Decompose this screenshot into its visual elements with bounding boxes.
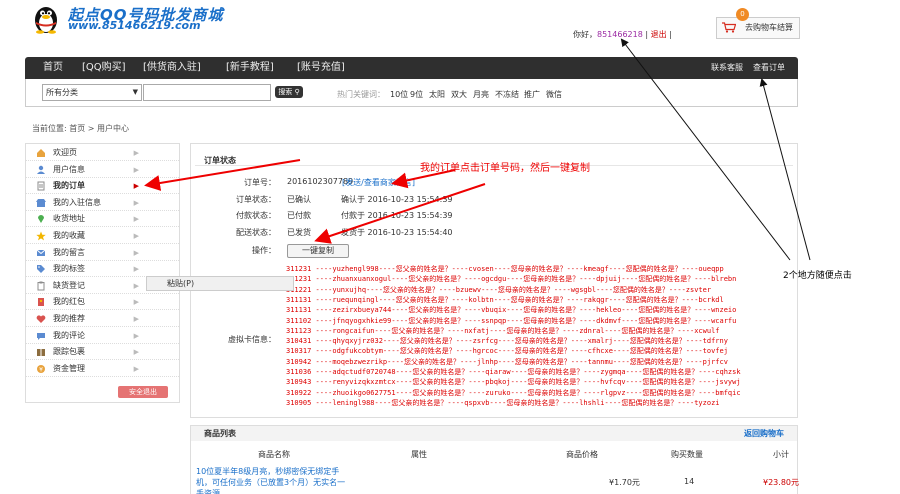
arrow-to-user-qq — [620, 38, 791, 261]
arrow-to-copy-button — [314, 183, 486, 244]
annotation-arrows — [144, 38, 811, 261]
arrow-to-my-orders — [144, 159, 301, 191]
arrow-to-order-link — [391, 169, 456, 189]
